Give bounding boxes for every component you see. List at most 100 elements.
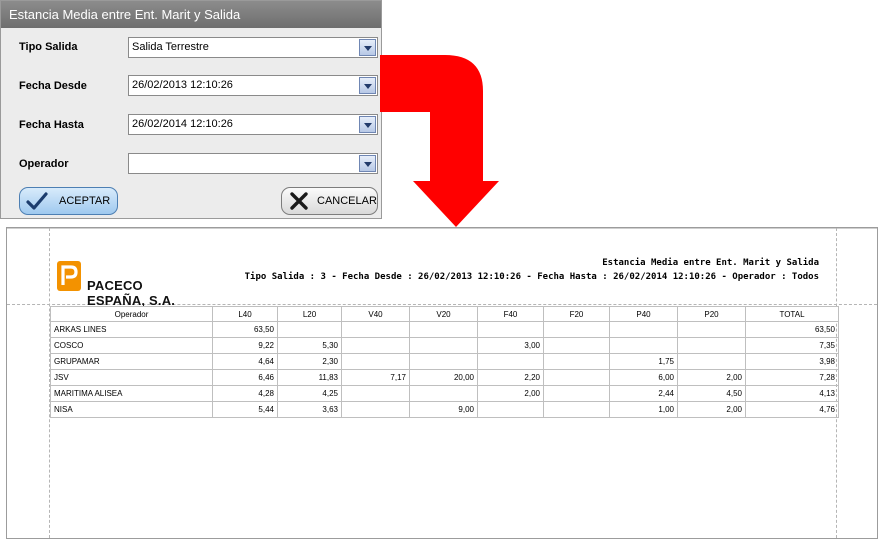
operador-label: Operador [19, 158, 69, 170]
col-p40: P40 [609, 306, 678, 322]
operador-dropdown[interactable] [128, 153, 378, 174]
fecha-desde-label: Fecha Desde [19, 80, 87, 92]
operator-cell: MARITIMA ALISEA [50, 385, 213, 402]
operator-cell: JSV [50, 369, 213, 386]
value-cell: 2,20 [477, 369, 544, 386]
value-cell [609, 337, 678, 354]
value-cell [277, 321, 342, 338]
operator-cell: COSCO [50, 337, 213, 354]
value-cell: 5,30 [277, 337, 342, 354]
value-cell: 5,44 [212, 401, 278, 418]
value-cell [477, 321, 544, 338]
value-cell: 4,13 [745, 385, 839, 402]
col-f40: F40 [477, 306, 544, 322]
company-logo: PACECO ESPAÑA, S.A. [57, 251, 197, 308]
value-cell: 2,00 [477, 385, 544, 402]
value-cell: 6,00 [609, 369, 678, 386]
value-cell: 7,28 [745, 369, 839, 386]
value-cell: 1,75 [609, 353, 678, 370]
value-cell: 4,64 [212, 353, 278, 370]
value-cell [543, 401, 610, 418]
checkmark-icon [26, 192, 48, 210]
value-cell [543, 385, 610, 402]
value-cell: 2,44 [609, 385, 678, 402]
cancel-label: CANCELAR [317, 195, 377, 207]
value-cell [341, 337, 410, 354]
value-cell: 1,00 [609, 401, 678, 418]
table-row: ARKAS LINES 63,50 63,50 [50, 321, 839, 338]
value-cell [341, 353, 410, 370]
value-cell: 4,25 [277, 385, 342, 402]
tipo-salida-value: Salida Terrestre [132, 41, 209, 53]
x-icon [290, 192, 308, 210]
report-title: Estancia Media entre Ent. Marit y Salida [602, 258, 819, 268]
table-row: GRUPAMAR 4,64 2,30 1,75 3,98 [50, 353, 839, 370]
fecha-desde-picker[interactable]: 26/02/2013 12:10:26 [128, 75, 378, 96]
value-cell: 7,35 [745, 337, 839, 354]
col-total: TOTAL [745, 306, 839, 322]
operator-cell: GRUPAMAR [50, 353, 213, 370]
value-cell: 4,50 [677, 385, 746, 402]
value-cell [341, 385, 410, 402]
col-f20: F20 [543, 306, 610, 322]
operator-cell: NISA [50, 401, 213, 418]
logo-mark [57, 261, 81, 291]
value-cell: 3,98 [745, 353, 839, 370]
chevron-down-icon[interactable] [359, 116, 376, 133]
fecha-hasta-picker[interactable]: 26/02/2014 12:10:26 [128, 114, 378, 135]
value-cell [409, 353, 478, 370]
chevron-down-icon[interactable] [359, 155, 376, 172]
cancel-button[interactable]: CANCELAR [281, 187, 378, 215]
chevron-down-icon[interactable] [359, 39, 376, 56]
value-cell: 3,00 [477, 337, 544, 354]
col-v20: V20 [409, 306, 478, 322]
report-preview[interactable]: PACECO ESPAÑA, S.A. Estancia Media entre… [6, 227, 878, 539]
value-cell: 4,28 [212, 385, 278, 402]
tipo-salida-dropdown[interactable]: Salida Terrestre [128, 37, 378, 58]
value-cell [409, 321, 478, 338]
value-cell [543, 337, 610, 354]
accept-label: ACEPTAR [59, 195, 111, 207]
value-cell: 4,76 [745, 401, 839, 418]
value-cell [677, 353, 746, 370]
fecha-desde-value: 26/02/2013 12:10:26 [132, 79, 233, 91]
arrow-down-icon [380, 55, 499, 227]
table-row: COSCO 9,22 5,30 3,00 7,35 [50, 337, 839, 354]
value-cell: 63,50 [212, 321, 278, 338]
results-table: Operador L40 L20 V40 V20 F40 F20 P40 P20… [50, 306, 839, 418]
operator-cell: ARKAS LINES [50, 321, 213, 338]
value-cell [409, 337, 478, 354]
value-cell: 9,00 [409, 401, 478, 418]
col-l40: L40 [212, 306, 278, 322]
dialog-title: Estancia Media entre Ent. Marit y Salida [1, 1, 381, 28]
table-header-row: Operador L40 L20 V40 V20 F40 F20 P40 P20… [50, 306, 839, 322]
value-cell: 7,17 [341, 369, 410, 386]
value-cell: 2,00 [677, 369, 746, 386]
col-operador: Operador [50, 306, 213, 322]
value-cell: 63,50 [745, 321, 839, 338]
table-row: NISA 5,44 3,63 9,00 1,00 2,00 4,76 [50, 401, 839, 418]
report-params: Tipo Salida : 3 - Fecha Desde : 26/02/20… [244, 272, 819, 282]
value-cell [409, 385, 478, 402]
fecha-hasta-label: Fecha Hasta [19, 119, 84, 131]
value-cell [543, 321, 610, 338]
value-cell [477, 353, 544, 370]
value-cell: 3,63 [277, 401, 342, 418]
col-p20: P20 [677, 306, 746, 322]
value-cell [677, 321, 746, 338]
filter-dialog: Estancia Media entre Ent. Marit y Salida… [0, 0, 382, 219]
value-cell [609, 321, 678, 338]
value-cell: 11,83 [277, 369, 342, 386]
value-cell: 2,00 [677, 401, 746, 418]
value-cell: 20,00 [409, 369, 478, 386]
value-cell [543, 369, 610, 386]
value-cell: 9,22 [212, 337, 278, 354]
logo-text: PACECO ESPAÑA, S.A. [87, 278, 176, 308]
value-cell [543, 353, 610, 370]
chevron-down-icon[interactable] [359, 77, 376, 94]
table-row: JSV 6,46 11,83 7,17 20,00 2,20 6,00 2,00 7,28 [50, 369, 839, 386]
accept-button[interactable]: ACEPTAR [19, 187, 118, 215]
value-cell [341, 321, 410, 338]
fecha-hasta-value: 26/02/2014 12:10:26 [132, 118, 233, 130]
col-l20: L20 [277, 306, 342, 322]
